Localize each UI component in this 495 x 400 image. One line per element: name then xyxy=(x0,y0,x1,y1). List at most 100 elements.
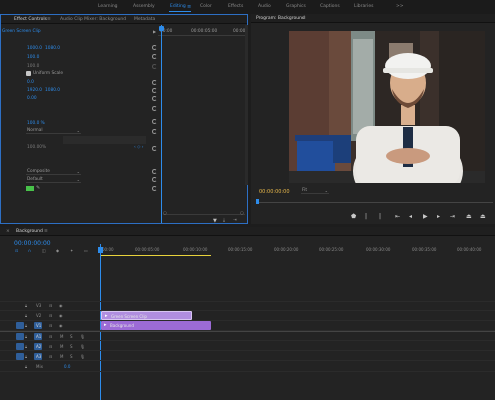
mark-in-icon[interactable]: | xyxy=(365,213,367,220)
program-playhead[interactable] xyxy=(256,199,259,204)
add-marker-icon[interactable]: ◆ xyxy=(56,248,59,253)
program-timecode[interactable]: 00:00:00:00 xyxy=(259,189,290,195)
sync-lock-icon[interactable]: ⊟ xyxy=(49,313,52,318)
tab-effect-controls[interactable]: Effect Controls xyxy=(14,17,47,22)
ec-scrollbar[interactable] xyxy=(245,25,248,185)
default-dropdown[interactable]: Default ⌄ xyxy=(26,177,81,183)
timeline-tab-background[interactable]: Background xyxy=(16,229,43,234)
keyframe-nav-icon[interactable]: ‹ ◇ › xyxy=(134,145,143,150)
reset-icon[interactable] xyxy=(152,129,157,134)
zoom-handle-icon[interactable]: ○ xyxy=(240,211,244,216)
workspace-menu-icon[interactable]: ≡ xyxy=(187,4,191,10)
uniform-scale-checkbox[interactable] xyxy=(26,71,31,76)
lock-icon[interactable]: 🔒︎ xyxy=(25,303,27,308)
snap-icon[interactable]: ⊡ xyxy=(15,248,18,253)
workspace-assembly[interactable]: Assembly xyxy=(133,4,155,9)
workspace-graphics[interactable]: Graphics xyxy=(286,4,306,9)
reset-icon[interactable] xyxy=(152,54,157,59)
workspace-captions[interactable]: Captions xyxy=(320,4,340,9)
zoom-handle-icon[interactable]: ○ xyxy=(163,211,167,216)
reset-icon[interactable] xyxy=(152,169,157,174)
workspace-audio[interactable]: Audio xyxy=(258,4,271,9)
play-icon[interactable]: ▶ xyxy=(423,213,428,220)
microphone-icon[interactable]: 🎙︎ xyxy=(80,354,85,359)
tab-menu-icon[interactable]: ≡ xyxy=(47,17,51,22)
mute-icon[interactable]: M xyxy=(60,354,63,359)
add-marker-icon[interactable]: ⬟ xyxy=(351,213,356,220)
work-area-bar[interactable] xyxy=(101,255,211,256)
lock-icon[interactable]: 🔒︎ xyxy=(25,344,27,349)
mute-icon[interactable]: M xyxy=(60,334,63,339)
anti-flicker-value[interactable]: 0.00 xyxy=(27,96,37,101)
wrench-icon[interactable]: ✦ xyxy=(70,248,73,253)
go-to-out-icon[interactable]: ⇥ xyxy=(450,213,455,220)
tab-metadata[interactable]: Metadata xyxy=(134,17,155,22)
reset-icon[interactable] xyxy=(152,88,157,93)
close-icon[interactable]: × xyxy=(6,229,10,234)
captions-icon[interactable]: ▭ xyxy=(84,248,88,253)
reset-icon[interactable] xyxy=(152,80,157,85)
sync-lock-icon[interactable]: ⊟ xyxy=(49,323,52,328)
timeline-playhead-handle[interactable] xyxy=(98,247,103,253)
ec-zoom-bar[interactable] xyxy=(163,214,245,215)
anchor-y-value[interactable]: 1080.0 xyxy=(45,88,60,93)
mute-icon[interactable]: M xyxy=(60,344,63,349)
panel-menu-icon[interactable]: ≡ xyxy=(302,16,306,21)
fit-dropdown[interactable]: Fit ⌄ xyxy=(301,188,329,194)
ec-playhead-handle[interactable] xyxy=(159,26,164,31)
source-patch-v1[interactable] xyxy=(16,322,24,329)
anchor-x-value[interactable]: 1920.0 xyxy=(27,88,42,93)
timeline-timecode[interactable]: 00:00:00:00 xyxy=(14,240,51,247)
source-patch-a2[interactable] xyxy=(16,343,24,350)
reset-icon[interactable] xyxy=(152,146,157,151)
filter-icon[interactable]: ▼ xyxy=(213,218,217,224)
opacity-value[interactable]: 100.0 % xyxy=(27,121,45,126)
reset-icon[interactable] xyxy=(152,186,157,191)
sync-lock-icon[interactable]: ⊟ xyxy=(49,354,52,359)
workspace-color[interactable]: Color xyxy=(200,4,212,9)
ec-playhead[interactable] xyxy=(161,25,162,223)
lock-icon[interactable]: 🔒︎ xyxy=(25,313,27,318)
source-patch-a3[interactable] xyxy=(16,353,24,360)
solo-icon[interactable]: S xyxy=(70,344,73,349)
workspace-learning[interactable]: Learning xyxy=(98,4,118,9)
reset-icon[interactable] xyxy=(152,64,157,69)
lock-icon[interactable]: 🔒︎ xyxy=(25,334,27,339)
linked-selection-icon[interactable]: ∩ xyxy=(28,248,31,253)
workspace-libraries[interactable]: Libraries xyxy=(354,4,373,9)
mark-out-icon[interactable]: | xyxy=(379,213,381,220)
solo-icon[interactable]: S xyxy=(70,354,73,359)
clip-green-screen[interactable]: ▸ Green Screen Clip xyxy=(101,311,192,320)
tab-menu-icon[interactable]: ≡ xyxy=(44,229,48,234)
reset-icon[interactable] xyxy=(152,177,157,182)
solo-icon[interactable]: S xyxy=(70,334,73,339)
lock-icon[interactable]: 🔒︎ xyxy=(25,323,27,328)
export-frame-icon[interactable]: ⤓ xyxy=(223,218,225,223)
reset-icon[interactable] xyxy=(152,119,157,124)
composite-dropdown[interactable]: Composite ⌄ xyxy=(26,169,81,175)
go-to-in-icon[interactable]: ⇤ xyxy=(395,213,400,220)
position-y-value[interactable]: 1080.0 xyxy=(45,46,60,51)
lock-icon[interactable]: 🔒︎ xyxy=(25,354,27,359)
insert-nest-icon[interactable]: ◫ xyxy=(42,248,46,253)
sync-lock-icon[interactable]: ⊟ xyxy=(49,303,52,308)
go-to-icon[interactable]: ⇥ xyxy=(233,218,237,223)
speed-value[interactable]: 100.00% xyxy=(27,145,46,150)
tab-audio-clip-mixer[interactable]: Audio Clip Mixer: Background xyxy=(60,17,126,22)
scale-width-value[interactable]: 100.0 xyxy=(27,64,39,69)
reset-icon[interactable] xyxy=(152,96,157,101)
blend-mode-dropdown[interactable]: Normal ⌄ xyxy=(26,128,81,134)
mix-value[interactable]: 0.0 xyxy=(64,364,70,369)
reset-icon[interactable] xyxy=(152,106,157,111)
reset-icon[interactable] xyxy=(152,45,157,50)
clip-background[interactable]: ▸ Background xyxy=(101,321,211,330)
workspace-overflow-icon[interactable]: >> xyxy=(396,4,404,9)
extract-icon[interactable]: ⏏ xyxy=(480,213,486,220)
program-scrubber[interactable] xyxy=(257,202,493,203)
sync-lock-icon[interactable]: ⊟ xyxy=(49,334,52,339)
eye-icon[interactable]: ◉ xyxy=(59,313,63,318)
microphone-icon[interactable]: 🎙︎ xyxy=(80,334,85,339)
program-video-frame[interactable] xyxy=(289,31,485,183)
lift-icon[interactable]: ⏏ xyxy=(466,213,472,220)
eyedropper-icon[interactable]: ✎ xyxy=(36,185,40,191)
